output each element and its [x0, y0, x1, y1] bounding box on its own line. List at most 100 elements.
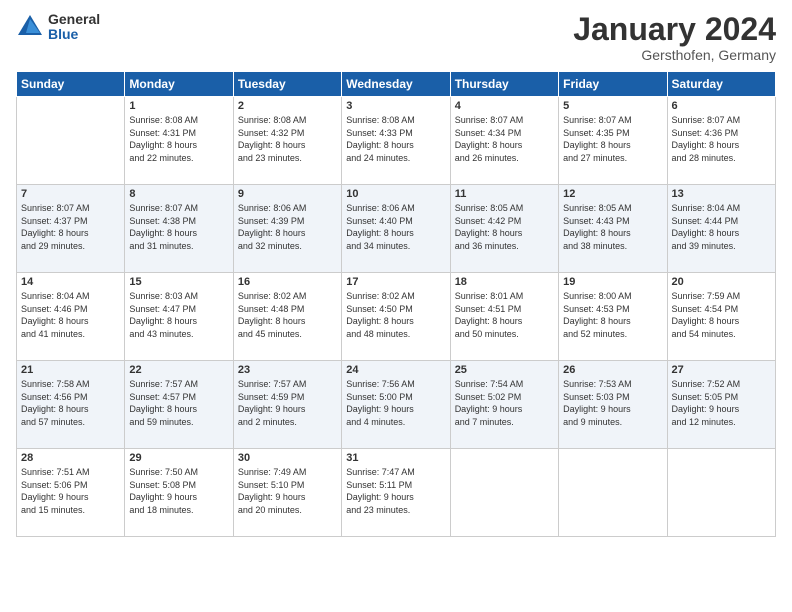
day-number: 21 [21, 364, 120, 376]
day-info: Sunrise: 7:52 AM Sunset: 5:05 PM Dayligh… [672, 378, 771, 428]
logo-icon [16, 13, 44, 41]
day-number: 12 [563, 188, 662, 200]
day-cell: 31Sunrise: 7:47 AM Sunset: 5:11 PM Dayli… [342, 449, 450, 537]
day-info: Sunrise: 8:08 AM Sunset: 4:33 PM Dayligh… [346, 114, 445, 164]
day-cell: 14 Sunrise: 8:04 AM Sunset: 4:46 PM Dayli… [17, 273, 125, 361]
calendar-table: Sunday Monday Tuesday Wednesday Thursday… [16, 71, 776, 537]
day-number: 29 [129, 452, 228, 464]
day-info: Sunrise: 8:01 AM Sunset: 4:51 PM Dayligh… [455, 290, 554, 340]
day-number: 28 [21, 452, 120, 464]
day-info: Sunrise: 8:02 AM Sunset: 4:50 PM Dayligh… [346, 290, 445, 340]
day-cell [17, 97, 125, 185]
day-cell: 28 Sunrise: 7:51 AM Sunset: 5:06 PM Dayli… [17, 449, 125, 537]
day-info: Sunrise: 7:59 AM Sunset: 4:54 PM Dayligh… [672, 290, 771, 340]
day-number: 23 [238, 364, 337, 376]
day-cell: 1Sunrise: 8:08 AM Sunset: 4:31 PM Daylig… [125, 97, 233, 185]
day-info: Sunrise: 8:05 AM Sunset: 4:42 PM Dayligh… [455, 202, 554, 252]
col-monday: Monday [125, 72, 233, 97]
day-cell: 4 Sunrise: 8:07 AM Sunset: 4:34 PM Daylig… [450, 97, 558, 185]
day-cell: 12 Sunrise: 8:05 AM Sunset: 4:43 PM Dayli… [559, 185, 667, 273]
day-info: Sunrise: 8:00 AM Sunset: 4:53 PM Dayligh… [563, 290, 662, 340]
day-number: 9 [238, 188, 337, 200]
day-number: 17 [346, 276, 445, 288]
day-info: Sunrise: 8:04 AM Sunset: 4:44 PM Dayligh… [672, 202, 771, 252]
day-cell: 17 Sunrise: 8:02 AM Sunset: 4:50 PM Dayli… [342, 273, 450, 361]
day-cell: 8Sunrise: 8:07 AM Sunset: 4:38 PM Daylig… [125, 185, 233, 273]
day-number: 25 [455, 364, 554, 376]
day-cell: 3 Sunrise: 8:08 AM Sunset: 4:33 PM Daylig… [342, 97, 450, 185]
day-info: Sunrise: 8:04 AM Sunset: 4:46 PM Dayligh… [21, 290, 120, 340]
day-cell: 20 Sunrise: 7:59 AM Sunset: 4:54 PM Dayli… [667, 273, 775, 361]
day-cell: 15Sunrise: 8:03 AM Sunset: 4:47 PM Dayli… [125, 273, 233, 361]
col-saturday: Saturday [667, 72, 775, 97]
day-cell [450, 449, 558, 537]
day-info: Sunrise: 7:49 AM Sunset: 5:10 PM Dayligh… [238, 466, 337, 516]
day-cell: 19Sunrise: 8:00 AM Sunset: 4:53 PM Dayli… [559, 273, 667, 361]
day-info: Sunrise: 8:07 AM Sunset: 4:36 PM Dayligh… [672, 114, 771, 164]
day-info: Sunrise: 8:08 AM Sunset: 4:32 PM Dayligh… [238, 114, 337, 164]
day-number: 24 [346, 364, 445, 376]
day-info: Sunrise: 8:08 AM Sunset: 4:31 PM Dayligh… [129, 114, 228, 164]
day-info: Sunrise: 8:07 AM Sunset: 4:35 PM Dayligh… [563, 114, 662, 164]
day-cell: 7Sunrise: 8:07 AM Sunset: 4:37 PM Daylig… [17, 185, 125, 273]
day-number: 26 [563, 364, 662, 376]
day-cell: 30 Sunrise: 7:49 AM Sunset: 5:10 PM Dayli… [233, 449, 341, 537]
day-cell: 24Sunrise: 7:56 AM Sunset: 5:00 PM Dayli… [342, 361, 450, 449]
day-info: Sunrise: 8:03 AM Sunset: 4:47 PM Dayligh… [129, 290, 228, 340]
day-info: Sunrise: 7:57 AM Sunset: 4:57 PM Dayligh… [129, 378, 228, 428]
header-row: Sunday Monday Tuesday Wednesday Thursday… [17, 72, 776, 97]
day-info: Sunrise: 7:53 AM Sunset: 5:03 PM Dayligh… [563, 378, 662, 428]
day-cell: 23Sunrise: 7:57 AM Sunset: 4:59 PM Dayli… [233, 361, 341, 449]
page: General Blue January 2024 Gersthofen, Ge… [0, 0, 792, 612]
day-cell: 11Sunrise: 8:05 AM Sunset: 4:42 PM Dayli… [450, 185, 558, 273]
day-number: 3 [346, 100, 445, 112]
day-number: 31 [346, 452, 445, 464]
logo-general-text: General [48, 12, 100, 27]
col-tuesday: Tuesday [233, 72, 341, 97]
logo: General Blue [16, 12, 100, 43]
header: General Blue January 2024 Gersthofen, Ge… [16, 12, 776, 63]
day-info: Sunrise: 7:58 AM Sunset: 4:56 PM Dayligh… [21, 378, 120, 428]
day-info: Sunrise: 8:05 AM Sunset: 4:43 PM Dayligh… [563, 202, 662, 252]
logo-text: General Blue [48, 12, 100, 43]
week-row-5: 28 Sunrise: 7:51 AM Sunset: 5:06 PM Dayli… [17, 449, 776, 537]
day-number: 30 [238, 452, 337, 464]
day-number: 20 [672, 276, 771, 288]
day-number: 7 [21, 188, 120, 200]
day-cell: 16 Sunrise: 8:02 AM Sunset: 4:48 PM Dayli… [233, 273, 341, 361]
day-cell: 26 Sunrise: 7:53 AM Sunset: 5:03 PM Dayli… [559, 361, 667, 449]
title-block: January 2024 Gersthofen, Germany [573, 12, 776, 63]
col-wednesday: Wednesday [342, 72, 450, 97]
week-row-3: 14 Sunrise: 8:04 AM Sunset: 4:46 PM Dayli… [17, 273, 776, 361]
day-number: 27 [672, 364, 771, 376]
day-info: Sunrise: 8:06 AM Sunset: 4:40 PM Dayligh… [346, 202, 445, 252]
location: Gersthofen, Germany [573, 47, 776, 63]
day-number: 10 [346, 188, 445, 200]
day-cell: 13 Sunrise: 8:04 AM Sunset: 4:44 PM Dayli… [667, 185, 775, 273]
day-number: 14 [21, 276, 120, 288]
day-number: 16 [238, 276, 337, 288]
month-title: January 2024 [573, 12, 776, 47]
day-info: Sunrise: 7:51 AM Sunset: 5:06 PM Dayligh… [21, 466, 120, 516]
day-cell: 2Sunrise: 8:08 AM Sunset: 4:32 PM Daylig… [233, 97, 341, 185]
day-number: 5 [563, 100, 662, 112]
week-row-2: 7Sunrise: 8:07 AM Sunset: 4:37 PM Daylig… [17, 185, 776, 273]
week-row-1: 1Sunrise: 8:08 AM Sunset: 4:31 PM Daylig… [17, 97, 776, 185]
col-thursday: Thursday [450, 72, 558, 97]
day-info: Sunrise: 8:06 AM Sunset: 4:39 PM Dayligh… [238, 202, 337, 252]
day-cell: 6 Sunrise: 8:07 AM Sunset: 4:36 PM Daylig… [667, 97, 775, 185]
day-number: 13 [672, 188, 771, 200]
day-cell: 22Sunrise: 7:57 AM Sunset: 4:57 PM Dayli… [125, 361, 233, 449]
day-number: 4 [455, 100, 554, 112]
day-number: 8 [129, 188, 228, 200]
day-cell: 27 Sunrise: 7:52 AM Sunset: 5:05 PM Dayli… [667, 361, 775, 449]
day-info: Sunrise: 7:50 AM Sunset: 5:08 PM Dayligh… [129, 466, 228, 516]
day-info: Sunrise: 8:02 AM Sunset: 4:48 PM Dayligh… [238, 290, 337, 340]
day-info: Sunrise: 8:07 AM Sunset: 4:34 PM Dayligh… [455, 114, 554, 164]
day-info: Sunrise: 7:54 AM Sunset: 5:02 PM Dayligh… [455, 378, 554, 428]
day-number: 6 [672, 100, 771, 112]
week-row-4: 21 Sunrise: 7:58 AM Sunset: 4:56 PM Dayli… [17, 361, 776, 449]
day-cell: 18Sunrise: 8:01 AM Sunset: 4:51 PM Dayli… [450, 273, 558, 361]
day-cell: 5 Sunrise: 8:07 AM Sunset: 4:35 PM Daylig… [559, 97, 667, 185]
day-cell: 29 Sunrise: 7:50 AM Sunset: 5:08 PM Dayli… [125, 449, 233, 537]
